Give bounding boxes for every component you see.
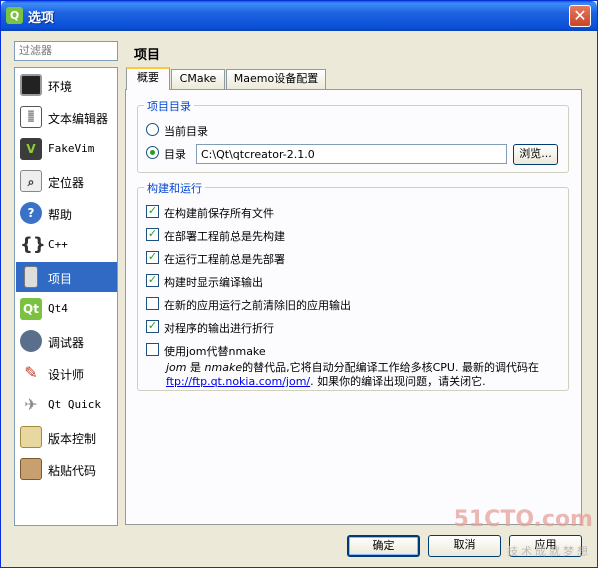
- wrap-output-checkbox[interactable]: ✓: [146, 320, 159, 333]
- dir-radio[interactable]: [146, 146, 159, 159]
- option-label: 使用jom代替nmake: [164, 345, 266, 358]
- sidebar-item-label: 文本编辑器: [48, 112, 109, 126]
- option-label: 构建时显示编译输出: [164, 276, 263, 289]
- sidebar-item-label: 项目: [48, 272, 73, 286]
- fakevim-icon: V: [20, 138, 42, 160]
- watermark-brand: 51CTO.com: [453, 507, 593, 532]
- sidebar-item-debugger[interactable]: 调试器: [16, 326, 117, 356]
- cpp-icon: {}: [20, 234, 46, 255]
- jom-link[interactable]: ftp://ftp.qt.nokia.com/jom/: [166, 375, 310, 388]
- designer-icon: ✎: [24, 363, 38, 382]
- option-label: 在运行工程前总是先部署: [164, 253, 285, 266]
- sidebar-item-code-paste[interactable]: 粘贴代码: [16, 454, 117, 484]
- code-paste-icon: [20, 458, 42, 480]
- sidebar-item-qt4[interactable]: Qt Qt4: [16, 294, 117, 324]
- tab-maemo[interactable]: Maemo设备配置: [226, 69, 326, 89]
- sidebar-item-label: 粘贴代码: [48, 464, 97, 478]
- sidebar-item-designer[interactable]: ✎ 设计师: [16, 358, 117, 388]
- ok-button[interactable]: 确定: [347, 535, 420, 557]
- sidebar-item-version-control[interactable]: 版本控制: [16, 422, 117, 452]
- save-before-build-checkbox[interactable]: ✓: [146, 205, 159, 218]
- sidebar-item-label: 帮助: [48, 208, 73, 222]
- text-editor-icon: ≡ ≡: [20, 106, 42, 128]
- category-list[interactable]: 环境 ≡ ≡ 文本编辑器 V FakeVim ⌕ 定位器 ? 帮助 {} C++ …: [14, 67, 118, 526]
- desc-text: . 如果你的编译出现问题，请关闭它.: [310, 375, 486, 388]
- monitor-icon: [20, 74, 42, 96]
- close-button[interactable]: ✕: [569, 5, 591, 27]
- build-before-deploy-checkbox[interactable]: ✓: [146, 228, 159, 241]
- version-control-icon: [20, 426, 42, 448]
- current-dir-radio[interactable]: [146, 123, 159, 136]
- option-label: 对程序的输出进行折行: [164, 322, 274, 335]
- tab-overview[interactable]: 概要: [126, 67, 170, 90]
- dir-label: 目录: [164, 148, 186, 161]
- window-title: 选项: [28, 11, 55, 26]
- use-jom-checkbox[interactable]: [146, 343, 159, 356]
- sidebar-item-cpp[interactable]: {} C++: [16, 230, 117, 260]
- sidebar-item-label: 设计师: [48, 368, 85, 382]
- sidebar-item-project[interactable]: 项目: [16, 262, 117, 292]
- sidebar-item-label: Qt4: [48, 302, 68, 315]
- project-icon: [24, 266, 38, 288]
- deploy-before-run-checkbox[interactable]: ✓: [146, 251, 159, 264]
- sidebar-item-label: FakeVim: [48, 142, 95, 155]
- sidebar-item-label: C++: [48, 238, 68, 251]
- sidebar-item-text-editor[interactable]: ≡ ≡ 文本编辑器: [16, 102, 117, 132]
- sidebar-item-label: Qt Quick: [48, 398, 101, 411]
- cancel-button[interactable]: 取消: [428, 535, 501, 557]
- sidebar-item-locator[interactable]: ⌕ 定位器: [16, 166, 117, 196]
- clear-old-output-checkbox[interactable]: [146, 297, 159, 310]
- sidebar-item-label: 版本控制: [48, 432, 97, 446]
- show-compile-output-checkbox[interactable]: ✓: [146, 274, 159, 287]
- sidebar-item-label: 环境: [48, 80, 73, 94]
- browse-button[interactable]: 浏览...: [513, 144, 558, 165]
- dir-input[interactable]: C:\Qt\qtcreator-2.1.0: [196, 144, 507, 164]
- sidebar-item-help[interactable]: ? 帮助: [16, 198, 117, 228]
- current-dir-label: 当前目录: [164, 125, 208, 138]
- debugger-icon: [20, 330, 42, 352]
- tab-cmake[interactable]: CMake: [171, 69, 225, 89]
- qt-quick-icon: ✈: [24, 395, 38, 414]
- sidebar-item-environment[interactable]: 环境: [16, 70, 117, 100]
- option-label: 在部署工程前总是先构建: [164, 230, 285, 243]
- sidebar-item-label: 调试器: [48, 336, 85, 350]
- group-title: 构建和运行: [144, 180, 205, 196]
- locator-icon: ⌕: [20, 170, 42, 192]
- sidebar-item-label: 定位器: [48, 176, 85, 190]
- options-dialog: Q 选项 ✕ 环境 ≡≡ 文本编辑器 V FakeVim ⌕ 定位器 ? 帮助 …: [0, 0, 598, 568]
- help-icon: ?: [20, 202, 42, 224]
- sidebar-item-qt-quick[interactable]: ✈ Qt Quick: [16, 390, 117, 420]
- page-title: 项目: [134, 48, 161, 63]
- watermark-slogan: 技术成就梦想: [507, 545, 591, 558]
- sidebar-item-fakevim[interactable]: V FakeVim: [16, 134, 117, 164]
- qt-icon: Q: [6, 7, 23, 24]
- group-title: 项目目录: [144, 98, 194, 114]
- title-bar[interactable]: Q 选项 ✕: [1, 1, 597, 31]
- jom-description-line2: ftp://ftp.qt.nokia.com/jom/. 如果你的编译出现问题，…: [166, 373, 486, 389]
- filter-input[interactable]: [14, 41, 118, 61]
- option-label: 在构建前保存所有文件: [164, 207, 274, 220]
- option-label: 在新的应用运行之前清除旧的应用输出: [164, 299, 351, 312]
- qt4-icon: Qt: [20, 298, 42, 320]
